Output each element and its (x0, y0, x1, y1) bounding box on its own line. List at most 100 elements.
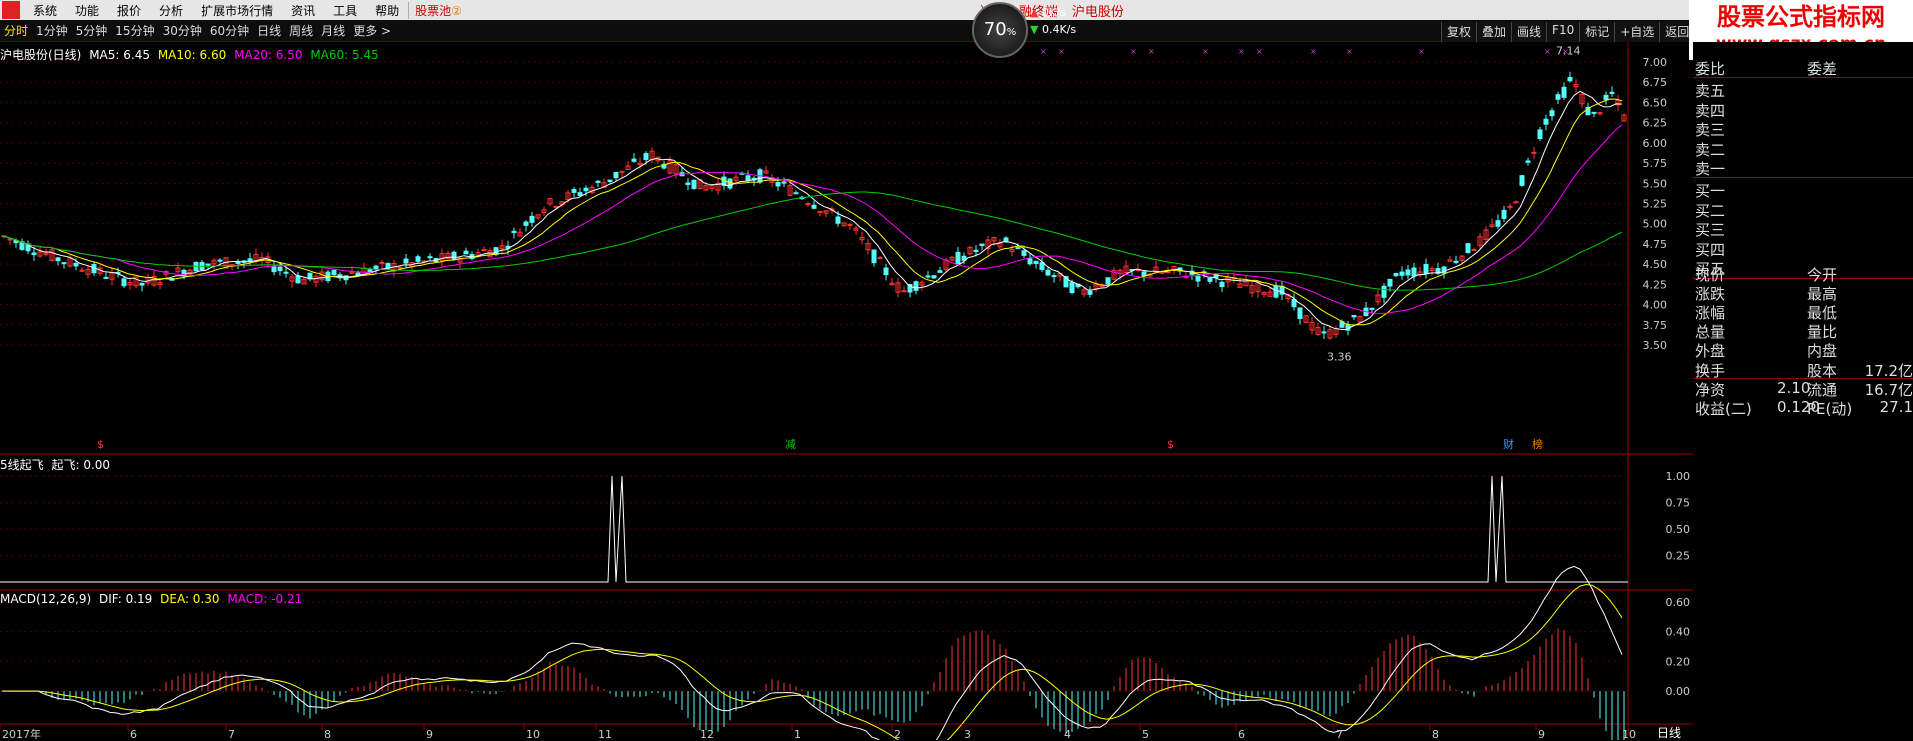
tab-5min[interactable]: 5分钟 (72, 22, 112, 39)
price-tick-label: 5.50 (1643, 177, 1668, 190)
menu-tools[interactable]: 工具 (324, 2, 366, 19)
candle-body (1045, 269, 1051, 276)
low-price-label: 3.36 (1327, 350, 1352, 363)
tab-monthly[interactable]: 月线 (317, 22, 349, 39)
candle-body (1051, 275, 1057, 278)
macd-tick-label: 0.00 (1666, 685, 1691, 698)
ma5-line (1, 90, 1623, 331)
macd-dif: DIF: 0.19 (98, 592, 153, 606)
candle-body (1195, 275, 1201, 282)
event-marker: $ (97, 438, 104, 451)
candle-body (1549, 110, 1555, 117)
app-logo-icon (2, 1, 20, 19)
candle-body (1297, 307, 1303, 320)
legend-ma5: MA5: 6.45 (89, 48, 150, 62)
candle-body (1555, 94, 1561, 100)
right-toolbar: 复权 叠加 画线 F10 标记 +自选 返回 (1441, 22, 1695, 42)
candle-body (121, 278, 127, 287)
tab-60min[interactable]: 60分钟 (206, 22, 253, 39)
candle-body (745, 175, 751, 182)
candle-body (1465, 243, 1471, 254)
candle-body (1099, 285, 1105, 288)
time-tick-label: 6 (1238, 728, 1245, 740)
tab-30min[interactable]: 30分钟 (159, 22, 206, 39)
menu-quote[interactable]: 报价 (108, 2, 150, 19)
fundamental-row: 净资 2.10 流通 16.7亿 (1695, 379, 1913, 399)
ask-level-4: 卖四 (1695, 101, 1726, 120)
menu-system[interactable]: 系统 (24, 2, 66, 19)
time-tick-label: 1 (794, 728, 801, 740)
candlestick-chart[interactable]: 7.00 6.75 6.50 6.25 6.00 5.75 5.50 5.25 5.00 4.75… (0, 42, 1693, 740)
menu-function[interactable]: 功能 (66, 2, 108, 19)
price-tick-label: 5.00 (1643, 218, 1668, 231)
candle-body (103, 276, 109, 279)
signal-marker: × (1058, 47, 1065, 56)
candle-body (1087, 290, 1093, 295)
macd-name: MACD(12,26,9) (0, 592, 92, 606)
tab-15min[interactable]: 15分钟 (111, 22, 158, 39)
ind1-tick-label: 0.25 (1666, 550, 1691, 563)
menu-news[interactable]: 资讯 (282, 2, 324, 19)
time-tick-label: 9 (426, 728, 433, 740)
candle-body (613, 171, 619, 179)
price-tick-label: 6.00 (1643, 137, 1668, 150)
price-tick-label: 3.75 (1643, 319, 1668, 332)
time-tick-label: 10 (1622, 728, 1636, 740)
candle-body (1351, 314, 1357, 318)
price-tick-label: 6.50 (1643, 96, 1668, 109)
candle-body (1273, 285, 1279, 298)
candle-body (1591, 111, 1597, 114)
stock-pool-button[interactable]: 股票池② (408, 1, 468, 19)
candle-body (427, 256, 433, 259)
menu-help[interactable]: 帮助 (366, 2, 408, 19)
candle-body (805, 203, 811, 206)
macd-tick-label: 0.40 (1666, 626, 1691, 639)
candle-body (1141, 271, 1147, 277)
candle-body (577, 192, 583, 196)
event-marker: 财 (1503, 437, 1514, 451)
candle-body (685, 182, 691, 186)
f10-button[interactable]: F10 (1546, 22, 1580, 42)
tab-more[interactable]: 更多 > (349, 22, 395, 39)
add-watchlist-button[interactable]: +自选 (1614, 22, 1660, 42)
event-marker: $ (1167, 438, 1174, 451)
tab-weekly[interactable]: 周线 (285, 22, 317, 39)
price-tick-label: 3.50 (1643, 339, 1668, 352)
restore-rights-button[interactable]: 复权 (1441, 22, 1477, 42)
price-tick-label: 6.75 (1643, 76, 1668, 89)
candle-body (283, 271, 289, 274)
mark-button[interactable]: 标记 (1579, 22, 1615, 42)
tab-timeshare[interactable]: 分时 (0, 22, 32, 39)
candle-body (973, 249, 979, 253)
candle-body (205, 263, 211, 266)
candle-body (1027, 258, 1033, 265)
price-tick-label: 4.25 (1643, 278, 1668, 291)
candle-body (217, 259, 223, 262)
bid-level-3: 买三 (1695, 221, 1726, 239)
candle-body (1411, 267, 1417, 277)
candle-body (583, 187, 589, 192)
period-status-label: 日线 (1657, 726, 1682, 740)
ask-level-5: 卖五 (1695, 82, 1726, 100)
candle-body (1207, 277, 1213, 282)
tab-1min[interactable]: 1分钟 (32, 22, 72, 39)
quote-row: 外盘 内盘 (1695, 342, 1838, 360)
tab-daily[interactable]: 日线 (253, 22, 285, 39)
candle-body (139, 282, 145, 286)
quote-row: 涨跌 最高 (1695, 285, 1838, 303)
candle-body (793, 192, 799, 195)
time-tick-label: 8 (324, 728, 331, 740)
candle-body (631, 158, 637, 162)
speed-readout: ▲ 0K/s ▼ 0.4K/s (1030, 6, 1077, 36)
menu-analysis[interactable]: 分析 (150, 2, 192, 19)
candle-body (247, 258, 253, 262)
menu-extended-market[interactable]: 扩展市场行情 (192, 2, 282, 19)
legend-title: 沪电股份(日线) (0, 48, 82, 62)
candle-body (1495, 220, 1501, 227)
draw-line-button[interactable]: 画线 (1511, 22, 1547, 42)
candle-body (553, 205, 559, 208)
price-tick-label: 4.50 (1643, 258, 1668, 271)
candle-body (955, 251, 961, 265)
overlay-button[interactable]: 叠加 (1476, 22, 1512, 42)
candle-body (1381, 285, 1387, 298)
